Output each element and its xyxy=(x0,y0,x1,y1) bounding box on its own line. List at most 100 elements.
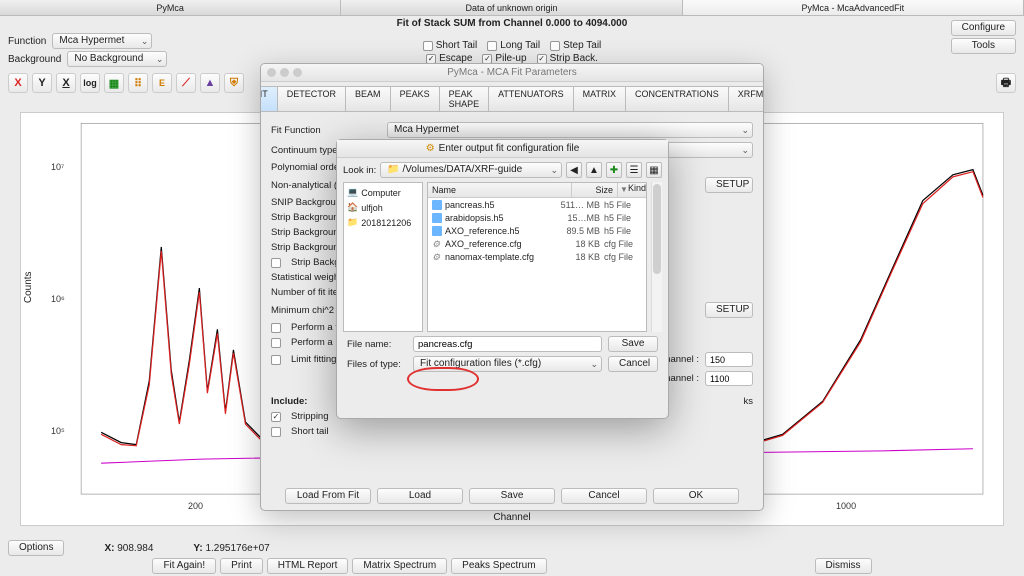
lookin-combo[interactable]: 📁 /Volumes/DATA/XRF-guide xyxy=(380,162,562,178)
first-channel-label: hannel : xyxy=(665,354,699,365)
include-shorttail-checkbox[interactable] xyxy=(271,427,281,437)
detail-view-icon[interactable]: ▦ xyxy=(646,162,662,178)
tab-pymca[interactable]: PyMca xyxy=(0,0,341,15)
tab-detector[interactable]: DETECTOR xyxy=(277,86,345,112)
dialog-cancel-button[interactable]: Cancel xyxy=(608,356,658,372)
fit-again-button[interactable]: Fit Again! xyxy=(152,558,216,574)
new-folder-icon[interactable]: ✚ xyxy=(606,162,622,178)
last-channel-input[interactable] xyxy=(705,371,753,386)
flag-short-tail[interactable]: Short Tail xyxy=(423,40,478,51)
background-combo[interactable]: No Background xyxy=(67,51,167,67)
lookin-label: Look in: xyxy=(343,165,376,176)
shield-icon[interactable]: ⛨ xyxy=(224,73,244,93)
tab-data-unknown[interactable]: Data of unknown origin xyxy=(341,0,682,15)
include-shorttail-label: Short tail xyxy=(291,426,329,437)
app-tab-bar: PyMca Data of unknown origin PyMca - Mca… xyxy=(0,0,1024,16)
tab-attenuators[interactable]: ATTENUATORS xyxy=(488,86,573,112)
fit-function-combo[interactable]: Mca Hypermet xyxy=(387,122,753,138)
peaks-cut-label: ks xyxy=(744,396,754,407)
file-row[interactable]: AXO_reference.h589.5 MBh5 File xyxy=(428,224,646,237)
ytick-1e5: 10⁵ xyxy=(51,426,65,436)
html-report-button[interactable]: HTML Report xyxy=(267,558,349,574)
tab-advanced-fit[interactable]: PyMca - McaAdvancedFit xyxy=(683,0,1024,15)
x-axis-icon[interactable]: X xyxy=(56,73,76,93)
configure-button[interactable]: Configure xyxy=(951,20,1016,36)
window-title: Fit of Stack SUM from Channel 0.000 to 4… xyxy=(0,16,1024,31)
window-traffic-lights[interactable] xyxy=(267,68,302,77)
perffit-checkbox[interactable] xyxy=(271,323,281,333)
cfg-file-icon xyxy=(432,239,442,249)
load-button[interactable]: Load xyxy=(377,488,463,504)
background-label: Background xyxy=(8,54,61,65)
load-from-fit-button[interactable]: Load From Fit xyxy=(285,488,371,504)
filename-label: File name: xyxy=(347,339,407,350)
tab-fit[interactable]: FIT xyxy=(260,86,277,112)
print-icon[interactable]: 🖶 xyxy=(996,73,1016,93)
h5-file-icon xyxy=(432,200,442,210)
sort-indicator-icon: ▼ xyxy=(618,183,628,197)
back-icon[interactable]: ◀ xyxy=(566,162,582,178)
sidebar-recent-folder[interactable]: 📁2018121206 xyxy=(346,215,420,230)
fit-params-tabs: FIT DETECTOR BEAM PEAKS PEAK SHAPE ATTEN… xyxy=(261,82,763,116)
file-list-scrollbar[interactable] xyxy=(651,182,662,332)
cancel-button[interactable]: Cancel xyxy=(561,488,647,504)
ytick-1e6: 10⁶ xyxy=(51,294,65,304)
col-size[interactable]: Size xyxy=(572,183,618,197)
file-row[interactable]: pancreas.h5511… MBh5 File xyxy=(428,198,646,211)
list-view-icon[interactable]: ☰ xyxy=(626,162,642,178)
tab-peaks[interactable]: PEAKS xyxy=(390,86,439,112)
tab-concentrations[interactable]: CONCENTRATIONS xyxy=(625,86,728,112)
limit-checkbox[interactable] xyxy=(271,355,281,365)
perflin-checkbox[interactable] xyxy=(271,338,281,348)
ok-button[interactable]: OK xyxy=(653,488,739,504)
fit-params-title: PyMca - MCA Fit Parameters xyxy=(261,64,763,82)
file-row[interactable]: nanomax-template.cfg18 KBcfg File xyxy=(428,250,646,263)
sidebar-shortcuts: 💻Computer 🏠ulfjoh 📁2018121206 xyxy=(343,182,423,332)
ytick-1e7: 10⁷ xyxy=(51,162,64,172)
setup-button-1[interactable]: SETUP xyxy=(705,177,753,193)
file-row[interactable]: AXO_reference.cfg18 KBcfg File xyxy=(428,237,646,250)
filename-input[interactable] xyxy=(413,336,602,352)
save-button[interactable]: Save xyxy=(469,488,555,504)
print-button[interactable]: Print xyxy=(220,558,263,574)
fit-icon[interactable]: ⟋ xyxy=(176,73,196,93)
tools-button[interactable]: Tools xyxy=(951,38,1016,54)
col-kind[interactable]: Kind xyxy=(628,183,646,197)
x-axis-label: Channel xyxy=(493,512,530,523)
folder-icon: 📁 xyxy=(347,217,358,228)
tab-matrix[interactable]: MATRIX xyxy=(573,86,625,112)
peaks-spectrum-button[interactable]: Peaks Spectrum xyxy=(451,558,546,574)
delete-x-icon[interactable]: X xyxy=(8,73,28,93)
setup-button-2[interactable]: SETUP xyxy=(705,302,753,318)
cursor-y: Y: 1.295176e+07 xyxy=(193,543,269,554)
first-channel-input[interactable] xyxy=(705,352,753,367)
up-icon[interactable]: ▲ xyxy=(586,162,602,178)
sidebar-computer[interactable]: 💻Computer xyxy=(346,185,420,200)
function-combo[interactable]: Mca Hypermet xyxy=(52,33,152,49)
file-row[interactable]: arabidopsis.h515…MBh5 File xyxy=(428,211,646,224)
dismiss-button[interactable]: Dismiss xyxy=(815,558,872,574)
matrix-spectrum-button[interactable]: Matrix Spectrum xyxy=(352,558,447,574)
stripbg-checkbox[interactable] xyxy=(271,258,281,268)
sidebar-home[interactable]: 🏠ulfjoh xyxy=(346,200,420,215)
include-stripping-checkbox[interactable]: ✓ xyxy=(271,412,281,422)
options-button[interactable]: Options xyxy=(8,540,64,556)
tab-beam[interactable]: BEAM xyxy=(345,86,390,112)
filetype-combo[interactable]: Fit configuration files (*.cfg) xyxy=(413,356,602,372)
file-list[interactable]: Name Size ▼ Kind pancreas.h5511… MBh5 Fi… xyxy=(427,182,647,332)
filetype-label: Files of type: xyxy=(347,359,407,370)
cfg-file-icon xyxy=(432,252,442,262)
include-label: Include: xyxy=(271,396,307,407)
tab-peak-shape[interactable]: PEAK SHAPE xyxy=(439,86,489,112)
y-axis-icon[interactable]: Y xyxy=(32,73,52,93)
points-icon[interactable]: ⠿ xyxy=(128,73,148,93)
peak-icon[interactable]: ▲ xyxy=(200,73,220,93)
col-name[interactable]: Name xyxy=(428,183,572,197)
tab-xrfmc[interactable]: XRFMC xyxy=(728,86,764,112)
log-icon[interactable]: log xyxy=(80,73,100,93)
energy-icon[interactable]: E xyxy=(152,73,172,93)
flag-long-tail[interactable]: Long Tail xyxy=(487,40,540,51)
grid-icon[interactable]: ▦ xyxy=(104,73,124,93)
dialog-save-button[interactable]: Save xyxy=(608,336,658,352)
flag-step-tail[interactable]: Step Tail xyxy=(550,40,601,51)
